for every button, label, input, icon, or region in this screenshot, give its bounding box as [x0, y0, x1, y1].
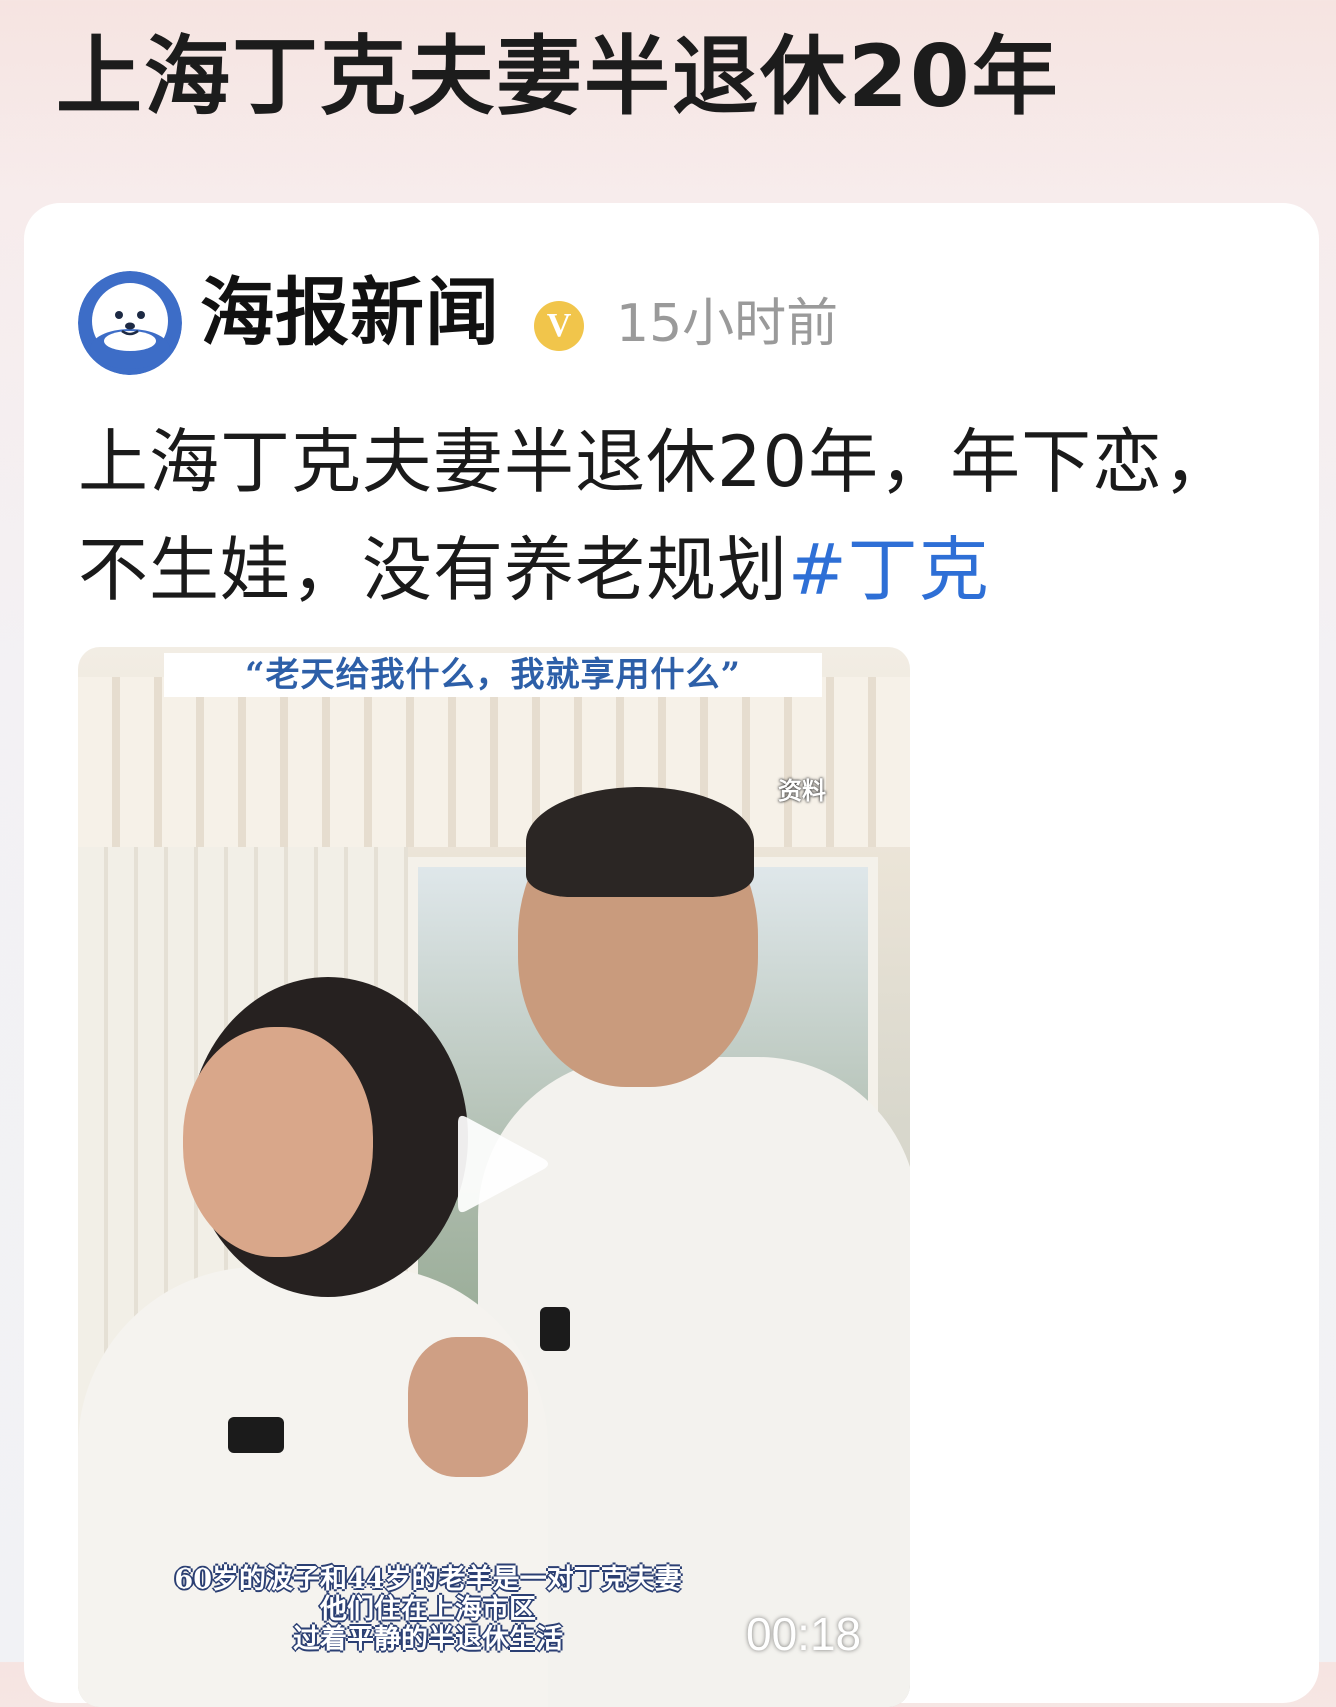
verified-badge-icon: V [534, 301, 584, 351]
lapel-mic [228, 1417, 284, 1453]
background-curtain [78, 677, 910, 847]
video-thumbnail[interactable]: “老天给我什么，我就享用什么” 资料 60岁的波子和44岁的老羊是一对丁克夫妻 … [78, 647, 910, 1707]
subtitle-line: 60岁的波子和44岁的老羊是一对丁克夫妻 [174, 1564, 682, 1595]
subtitle-line: 过着平静的半退休生活 [293, 1624, 563, 1655]
post-card[interactable]: 海报新闻 V 15小时前 上海丁克夫妻半退休20年，年下恋，不生娃，没有养老规划… [24, 203, 1319, 1707]
woman-face [183, 1027, 373, 1257]
account-name[interactable]: 海报新闻 [200, 269, 500, 358]
post-text: 上海丁克夫妻半退休20年，年下恋，不生娃，没有养老规划#丁克 [78, 408, 1268, 624]
account-avatar[interactable] [78, 271, 182, 375]
seal-logo-icon [78, 271, 182, 375]
page-title: 上海丁克夫妻半退休20年 [56, 27, 1060, 127]
video-top-caption: “老天给我什么，我就享用什么” [164, 653, 822, 697]
video-duration: 00:18 [746, 1608, 862, 1660]
play-icon[interactable] [452, 1109, 552, 1219]
hashtag-link[interactable]: #丁克 [788, 529, 990, 611]
source-label: 资料 [778, 776, 826, 805]
subtitle-line: 他们住在上海市区 [320, 1594, 536, 1625]
video-subtitles: 60岁的波子和44岁的老羊是一对丁克夫妻 他们住在上海市区 过着平静的半退休生活 [78, 1565, 778, 1655]
man-hair [526, 787, 754, 897]
post-body: 上海丁克夫妻半退休20年，年下恋，不生娃，没有养老规划 [78, 421, 1235, 611]
lapel-mic [540, 1307, 570, 1351]
hand [408, 1337, 528, 1477]
post-time: 15小时前 [616, 294, 839, 354]
